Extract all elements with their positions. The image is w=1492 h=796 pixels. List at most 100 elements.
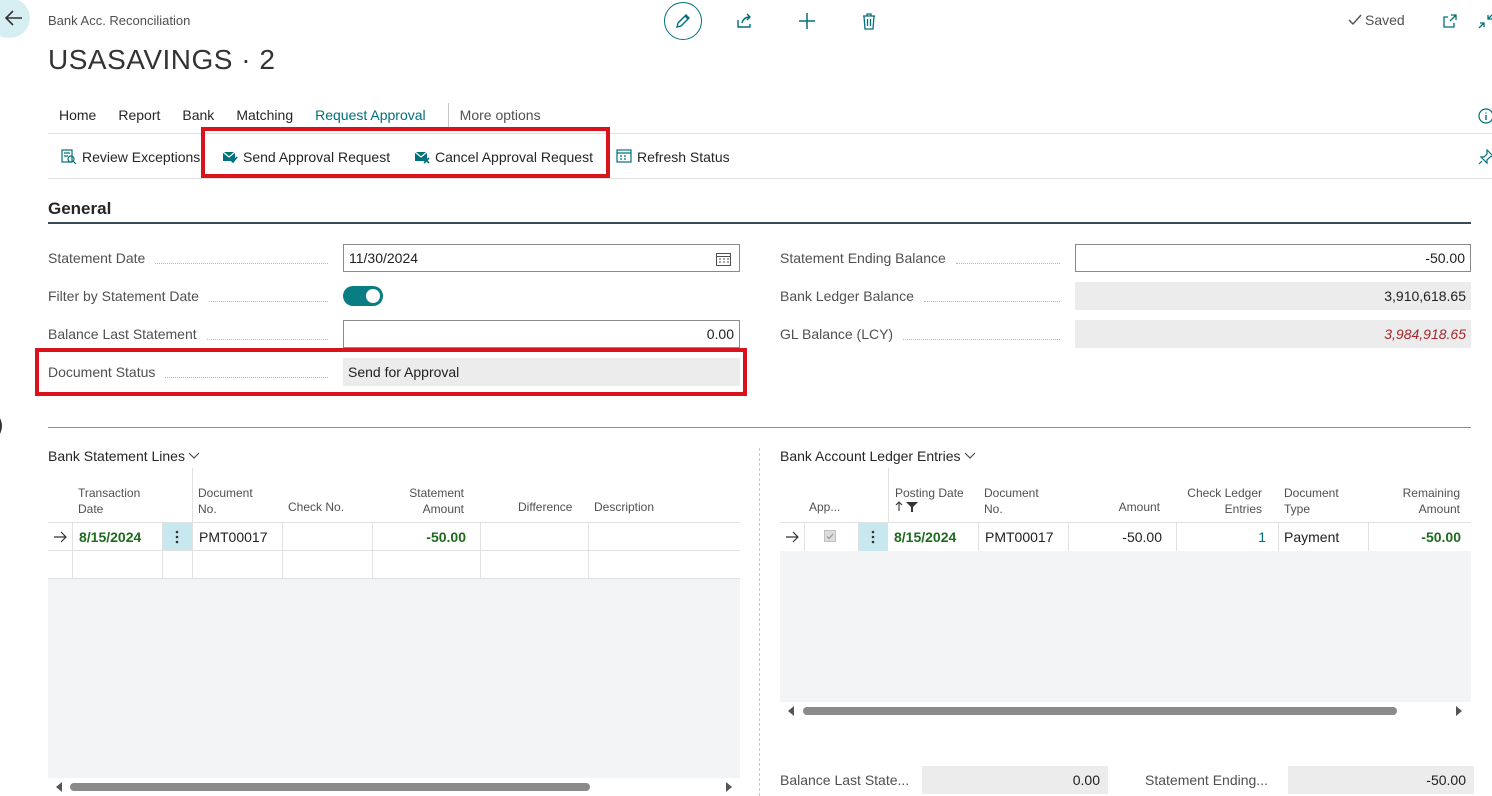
balance-last-statement-field[interactable]: 0.00 — [343, 320, 740, 348]
statement-lines-empty-area — [48, 578, 740, 778]
share-button[interactable] — [732, 9, 756, 33]
statement-ending-balance-field[interactable]: -50.00 — [1075, 244, 1471, 272]
cell-amount[interactable]: -50.00 — [1068, 529, 1162, 545]
page-title: USASAVINGS · 2 — [48, 44, 276, 75]
tab-request-approval[interactable]: Request Approval — [304, 103, 437, 129]
footer-balance-last-value: 0.00 — [922, 766, 1108, 794]
scroll-right-arrow-icon[interactable] — [726, 782, 732, 792]
col-header-document-no-line2: No. — [198, 502, 217, 516]
pencil-icon — [676, 14, 690, 28]
col-header-amount[interactable]: Amount — [1080, 499, 1160, 515]
open-new-window-button[interactable] — [1438, 9, 1462, 33]
col-header-check-ledger-entries[interactable]: Check Ledger Entries — [1172, 485, 1262, 517]
col-header-remaining-amount[interactable]: Remaining Amount — [1380, 485, 1460, 517]
calendar-icon[interactable] — [716, 252, 731, 266]
col-header-applied[interactable]: App... — [809, 499, 840, 515]
sort-ascending-icon — [895, 501, 903, 511]
col-header-ledger-document-no[interactable]: Document No. — [984, 485, 1039, 517]
leader-dots — [923, 291, 1060, 302]
document-status-field: Send for Approval — [343, 358, 740, 386]
send-approval-request-button[interactable]: Send Approval Request — [222, 147, 390, 167]
review-exceptions-button[interactable]: Review Exceptions — [61, 147, 200, 167]
scroll-left-arrow-icon[interactable] — [56, 782, 62, 792]
bank-ledger-balance-value: 3,910,618.65 — [1384, 288, 1466, 304]
row-actions-button[interactable] — [162, 523, 192, 551]
bank-statement-lines-header[interactable]: Bank Statement Lines — [48, 448, 200, 464]
bank-ledger-balance-label: Bank Ledger Balance — [780, 286, 1068, 306]
statement-ending-balance-caption: Statement Ending Balance — [780, 250, 946, 266]
cell-statement-amount[interactable]: -50.00 — [372, 529, 466, 545]
collapse-button[interactable] — [1474, 9, 1492, 33]
gl-balance-label: GL Balance (LCY) — [780, 324, 1068, 344]
table-row[interactable]: 8/15/2024 PMT00017 -50.00 — [48, 523, 740, 579]
applied-checkbox[interactable] — [824, 530, 836, 542]
cell-remaining-amount[interactable]: -50.00 — [1368, 529, 1461, 545]
statement-date-field[interactable]: 11/30/2024 — [343, 244, 740, 272]
col-header-statement-amount[interactable]: Statement Amount — [380, 485, 464, 517]
statement-date-label: Statement Date — [48, 248, 336, 268]
pin-icon — [1478, 149, 1492, 165]
leader-dots — [155, 253, 328, 264]
leader-dots — [165, 367, 328, 378]
tab-matching[interactable]: Matching — [225, 103, 304, 129]
col-header-posting-date[interactable]: Posting Date — [895, 485, 964, 512]
col-header-statement-amount-line1: Statement — [409, 486, 464, 500]
review-icon — [61, 149, 77, 165]
filter-statement-date-toggle[interactable] — [343, 286, 383, 306]
col-header-difference[interactable]: Difference — [518, 499, 572, 515]
delete-button[interactable] — [857, 9, 881, 33]
col-header-document-type[interactable]: Document Type — [1284, 485, 1339, 517]
statement-lines-scrollbar[interactable] — [70, 783, 590, 791]
checkmark-icon — [1348, 14, 1362, 26]
cancel-approval-request-button[interactable]: Cancel Approval Request — [414, 147, 593, 167]
tab-bank[interactable]: Bank — [171, 103, 225, 129]
cell-document-no[interactable]: PMT00017 — [199, 529, 267, 545]
statement-ending-balance-label: Statement Ending Balance — [780, 248, 1068, 268]
ledger-entries-header[interactable]: Bank Account Ledger Entries — [780, 448, 976, 464]
scroll-right-arrow-icon[interactable] — [1456, 706, 1462, 716]
leader-dots — [206, 329, 328, 340]
cancel-approval-label: Cancel Approval Request — [435, 149, 593, 165]
gl-balance-value[interactable]: 3,984,918.65 — [1384, 326, 1466, 342]
document-status-label: Document Status — [48, 362, 336, 382]
col-header-transaction-date-line2: Date — [78, 502, 104, 516]
new-button[interactable] — [795, 9, 819, 33]
ledger-entries-empty-area — [780, 551, 1471, 702]
info-button[interactable] — [1474, 104, 1492, 128]
tab-home[interactable]: Home — [48, 103, 107, 129]
ledger-entries-scrollbar[interactable] — [803, 707, 1397, 715]
cell-transaction-date[interactable]: 8/15/2024 — [79, 529, 141, 545]
cell-ledger-document-no[interactable]: PMT00017 — [985, 529, 1053, 545]
back-button[interactable] — [0, 0, 30, 38]
send-approval-icon — [222, 151, 238, 164]
col-header-remaining-amount-line2: Amount — [1418, 502, 1460, 516]
edit-button[interactable] — [664, 2, 702, 40]
collapse-icon — [1478, 14, 1492, 29]
scroll-left-arrow-icon[interactable] — [788, 706, 794, 716]
filter-icon — [906, 501, 918, 512]
pin-button[interactable] — [1474, 145, 1492, 169]
refresh-status-button[interactable]: Refresh Status — [616, 147, 730, 167]
action-tabs: Home Report Bank Matching Request Approv… — [48, 103, 552, 129]
col-header-check-no[interactable]: Check No. — [288, 499, 344, 515]
col-header-transaction-date[interactable]: Transaction Date — [78, 485, 140, 517]
table-row[interactable]: 8/15/2024 PMT00017 -50.00 1 Payment -50.… — [780, 523, 1471, 551]
section-rule — [48, 222, 1471, 224]
row-actions-button[interactable] — [858, 523, 888, 551]
refresh-status-icon — [616, 149, 632, 163]
table-row-empty[interactable] — [48, 551, 740, 578]
gl-balance-field: 3,984,918.65 — [1075, 320, 1471, 348]
footer-balance-last-label: Balance Last State... — [780, 772, 910, 788]
col-header-description[interactable]: Description — [594, 499, 654, 515]
cell-posting-date[interactable]: 8/15/2024 — [894, 529, 956, 545]
cell-check-ledger-entries[interactable]: 1 — [1176, 529, 1266, 545]
tab-more-options[interactable]: More options — [460, 103, 552, 129]
refresh-status-label: Refresh Status — [637, 149, 730, 165]
send-approval-label: Send Approval Request — [243, 149, 391, 165]
arrow-left-icon — [5, 10, 22, 26]
tab-report[interactable]: Report — [107, 103, 171, 129]
col-header-document-no[interactable]: Document No. — [198, 485, 253, 517]
balance-last-statement-value: 0.00 — [706, 326, 734, 342]
side-panel-handle[interactable] — [0, 410, 2, 442]
cell-document-type[interactable]: Payment — [1284, 529, 1339, 545]
